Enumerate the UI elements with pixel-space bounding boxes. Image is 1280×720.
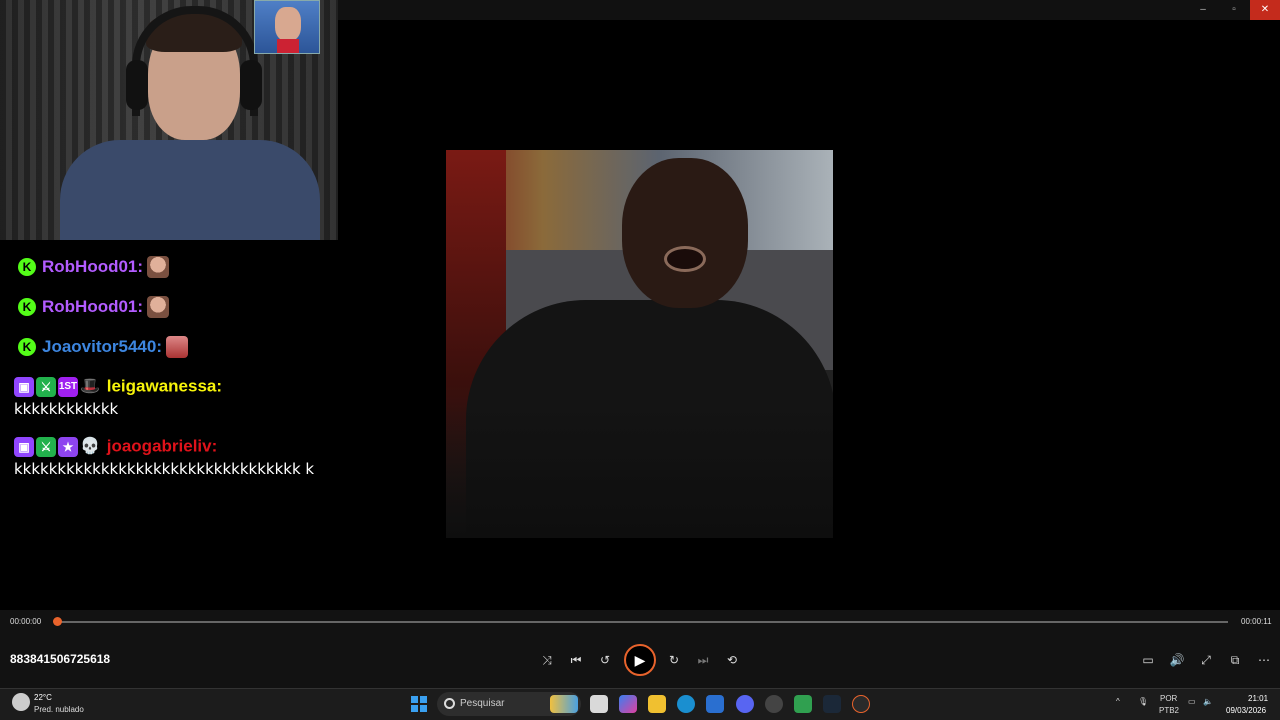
store-icon[interactable] [706, 695, 724, 713]
fullscreen-icon[interactable]: ⤢ [1197, 651, 1215, 669]
webcam-overlay [0, 0, 338, 240]
clock-time[interactable]: 21:01 [1248, 694, 1268, 703]
shuffle-icon[interactable]: ⤨ [538, 651, 556, 669]
superman-picture [254, 0, 320, 54]
red-face-emote-icon [166, 336, 188, 358]
obs-icon[interactable] [765, 695, 783, 713]
network-icon[interactable]: ▭ [1188, 697, 1196, 706]
headphone-right-cup [240, 60, 262, 110]
play-button[interactable]: ▶ [624, 644, 656, 676]
skull-badge-icon: 💀 [80, 437, 100, 455]
repeat-off-icon[interactable]: ⟲ [723, 651, 741, 669]
seek-thumb[interactable] [53, 617, 62, 626]
copilot-icon[interactable] [619, 695, 637, 713]
superman-emblem [277, 39, 299, 53]
headphone-left-cup [126, 60, 148, 110]
volume-icon[interactable]: 🔊 [1168, 651, 1186, 669]
language-indicator-top[interactable]: POR [1160, 694, 1177, 703]
media-player-taskbar-icon[interactable] [852, 695, 870, 713]
video-frame[interactable] [446, 150, 833, 538]
chat-message: K Joaovitor5440: [14, 336, 334, 358]
file-explorer-icon[interactable] [648, 695, 666, 713]
seek-bar[interactable] [56, 621, 1228, 623]
chat-message: ▣ ⚔ 1ST 🎩 leigawanessa: kkkkkkkkkkkk [14, 376, 334, 419]
mini-player-icon[interactable]: ⧉ [1226, 651, 1244, 669]
weather-cloud-icon[interactable] [12, 693, 30, 711]
microphone-icon[interactable]: 🎙 [1138, 697, 1148, 706]
kick-icon: K [18, 258, 36, 276]
video-person-face [622, 158, 748, 308]
app-icon[interactable] [794, 695, 812, 713]
minimize-button[interactable]: – [1188, 0, 1218, 20]
chat-username: RobHood01: [42, 257, 144, 276]
media-player-window: – ▫ ✕ K RobHood01: K RobHood01: K Joaovitor… [0, 0, 1280, 720]
streamer-body [60, 140, 320, 240]
chevron-up-icon[interactable]: ^ [1116, 697, 1120, 706]
speaker-icon[interactable]: 🔈 [1203, 697, 1213, 706]
task-view-icon[interactable] [590, 695, 608, 713]
face-emote-icon [147, 256, 170, 278]
chat-username: leigawanessa: [106, 376, 223, 396]
current-time: 00:00:00 [10, 617, 42, 626]
chat-text: kkkkkkkkkkkkkkkkkkkkkkkkkkkkkkkkk k [14, 459, 315, 478]
media-title: 883841506725618 [10, 652, 111, 666]
previous-icon[interactable]: ⏮ [567, 651, 585, 669]
total-time: 00:00:11 [1241, 617, 1272, 626]
windows-start-icon[interactable] [411, 696, 427, 712]
superman-face [275, 7, 301, 41]
sword-badge-icon: ⚔ [36, 376, 56, 397]
weather-temperature[interactable]: 22°C [34, 693, 52, 702]
search-icon [444, 698, 455, 709]
subtitles-icon[interactable]: ▭ [1139, 651, 1157, 669]
chat-username: joaogabrieliv: [106, 436, 218, 456]
kick-icon: K [18, 338, 36, 356]
sword-badge-icon: ⚔ [36, 436, 56, 457]
clock-date[interactable]: 09/03/2026 [1226, 706, 1266, 715]
hat-badge-icon: 🎩 [80, 377, 100, 395]
twitch-icon: ▣ [14, 436, 34, 457]
chat-text: kkkkkkkkkkkk [14, 399, 119, 418]
kick-icon: K [18, 298, 36, 316]
more-options-icon[interactable]: ⋯ [1255, 651, 1273, 669]
forward-30-icon[interactable]: ↻ [665, 651, 683, 669]
twitch-icon: ▣ [14, 376, 34, 397]
search-placeholder[interactable]: Pesquisar [460, 698, 504, 709]
rewind-10-icon[interactable]: ↺ [596, 651, 614, 669]
search-highlight-icon[interactable] [550, 695, 578, 713]
edge-browser-icon[interactable] [677, 695, 695, 713]
chat-username: RobHood01: [42, 297, 144, 316]
video-person-mouth [664, 246, 706, 272]
chat-username: Joaovitor5440: [42, 337, 162, 356]
steam-icon[interactable] [823, 695, 841, 713]
next-icon[interactable]: ⏭ [694, 651, 712, 669]
star-badge-icon: ★ [58, 436, 78, 457]
video-shadow [446, 400, 833, 538]
discord-icon[interactable] [736, 695, 754, 713]
maximize-button[interactable]: ▫ [1219, 0, 1249, 20]
language-indicator-bottom[interactable]: PTB2 [1159, 706, 1179, 715]
first-badge-icon: 1ST [58, 376, 78, 397]
chat-message: ▣ ⚔ ★ 💀 joaogabrieliv: kkkkkkkkkkkkkkkkkkkk… [14, 436, 334, 479]
close-button[interactable]: ✕ [1250, 0, 1280, 20]
weather-description[interactable]: Pred. nublado [34, 705, 84, 714]
face-emote-icon [147, 296, 170, 318]
taskbar [0, 688, 1280, 720]
chat-message: K RobHood01: [14, 256, 334, 278]
chat-message: K RobHood01: [14, 296, 334, 318]
